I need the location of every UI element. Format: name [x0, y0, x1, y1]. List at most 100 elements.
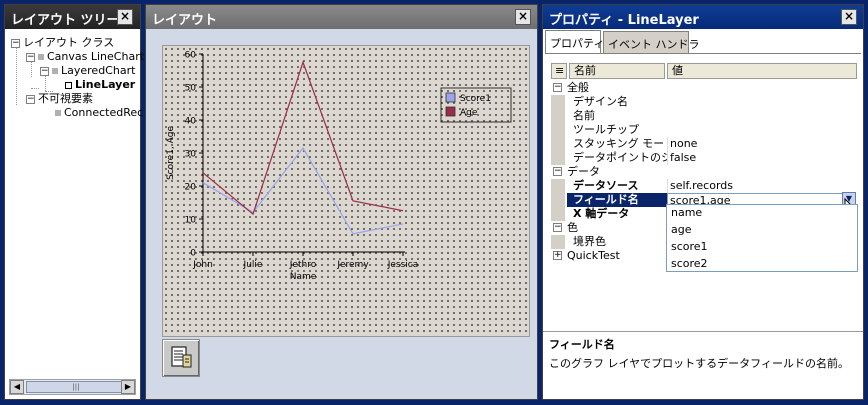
close-icon[interactable]: ×	[841, 9, 857, 25]
y-tick-label: 0	[190, 249, 196, 259]
legend-swatch	[445, 92, 456, 103]
layout-canvas[interactable]: 0 10 20 30 40 50 60 John Julie Jethro Jeremy Jessic…	[146, 29, 537, 399]
property-name: ツールチップ	[573, 123, 639, 136]
legend-label: Score1	[460, 94, 491, 104]
collapse-icon[interactable]: −	[553, 167, 562, 176]
field-dropdown-list: name age score1 score2	[666, 204, 858, 272]
y-tick-label: 60	[185, 51, 197, 61]
description-text: このグラフ レイヤでプロットするデータフィールドの名前。	[549, 357, 849, 370]
y-tick-label: 30	[185, 150, 197, 160]
property-name: データソース	[573, 179, 639, 192]
property-value[interactable]: none	[667, 137, 855, 151]
property-row[interactable]: 名前	[551, 109, 855, 123]
property-description: フィールド名 このグラフ レイヤでプロットするデータフィールドの名前。	[543, 331, 863, 399]
property-name: データポイントのシン	[573, 151, 667, 164]
collapse-icon[interactable]: −	[26, 52, 35, 62]
app-window: { "tree_panel": { "title": "レイアウト ツリー", …	[0, 0, 868, 405]
category-label: 全般	[567, 81, 589, 94]
x-tick-label: John	[192, 260, 213, 270]
tree-node-label: LineLayer	[75, 78, 136, 91]
category-label: 色	[567, 221, 578, 234]
scroll-left-icon[interactable]: ◀	[10, 380, 24, 394]
x-tick-label: Julie	[243, 260, 263, 270]
tree-node-canvas-linechart[interactable]: − Canvas LineChart	[26, 50, 144, 64]
tree-node-layeredchart[interactable]: − LayeredChart	[40, 64, 135, 78]
layout-panel: レイアウト × 0 10 20 30 40 50 60 John Julie Jethro Jere…	[145, 4, 538, 400]
node-icon	[55, 110, 61, 116]
tab-properties[interactable]: プロパティ	[545, 30, 604, 53]
layer-edit-glyph	[171, 346, 192, 368]
y-tick-label: 50	[185, 84, 197, 94]
category-label: QuickTest	[567, 249, 620, 262]
y-tick-label: 40	[185, 117, 197, 127]
node-icon	[38, 54, 44, 60]
x-axis-label: Name	[290, 272, 317, 282]
tab-event-handlers[interactable]: イベント ハンドラ	[603, 31, 700, 53]
tree-node-label: レイアウト クラス	[23, 36, 115, 49]
close-icon[interactable]: ×	[515, 9, 531, 25]
tree-node-linelayer[interactable]: LineLayer	[65, 78, 135, 92]
properties-title: プロパティ - LineLayer	[543, 5, 863, 29]
dropdown-option[interactable]: score1	[671, 239, 708, 255]
property-value[interactable]: false	[667, 151, 855, 165]
collapse-icon[interactable]: −	[26, 94, 35, 104]
property-name: デザイン名	[573, 95, 628, 108]
property-name: 境界色	[573, 235, 606, 248]
layout-tree-panel: レイアウト ツリー × − レイアウト クラス − Canvas LineChart…	[4, 4, 144, 400]
collapse-icon[interactable]: −	[553, 83, 562, 92]
collapse-icon[interactable]: −	[40, 66, 49, 76]
property-name: 名前	[573, 109, 595, 122]
category-label: データ	[567, 165, 600, 178]
line-chart[interactable]: 0 10 20 30 40 50 60 John Julie Jethro Jeremy Jessic…	[162, 45, 530, 337]
layout-title: レイアウト	[146, 5, 537, 29]
chart-svg: 0 10 20 30 40 50 60 John Julie Jethro Jeremy Jessic…	[166, 51, 512, 282]
x-tick-label: Jeremy	[336, 260, 369, 270]
x-tick-label: Jethro	[289, 260, 317, 270]
property-row[interactable]: デザイン名	[551, 95, 855, 109]
collapse-icon[interactable]: −	[553, 223, 562, 232]
scroll-right-icon[interactable]: ▶	[121, 380, 135, 394]
series-line-score1	[202, 146, 404, 235]
x-tick-label: Jessica	[387, 260, 419, 270]
layer-edit-icon[interactable]	[162, 339, 200, 377]
y-axis-label: Score1, Age	[166, 126, 176, 181]
property-name: X 軸データ	[573, 207, 630, 220]
property-row[interactable]: スタッキング モード none	[551, 137, 855, 151]
property-name: スタッキング モード	[573, 137, 667, 150]
collapse-icon[interactable]: −	[11, 38, 20, 48]
series-line-age	[202, 60, 404, 216]
description-title: フィールド名	[549, 338, 615, 351]
property-category[interactable]: − 全般	[551, 81, 855, 95]
column-header-name[interactable]: 名前	[569, 63, 665, 79]
close-icon[interactable]: ×	[117, 9, 133, 25]
property-row[interactable]: ツールチップ	[551, 123, 855, 137]
tree-node-label: Canvas LineChart	[47, 50, 145, 63]
tree-node-connectedrec[interactable]: ConnectedRec	[55, 106, 143, 120]
sort-button[interactable]: ≡	[551, 63, 567, 79]
legend-swatch	[445, 106, 456, 117]
column-header-value[interactable]: 値	[667, 63, 857, 79]
y-tick-label: 20	[185, 183, 197, 193]
tree-node-label: 不可視要素	[38, 92, 93, 105]
node-icon	[65, 81, 72, 89]
tree-node-label: ConnectedRec	[64, 106, 144, 119]
dropdown-option[interactable]: score2	[671, 256, 708, 272]
tree-node-layout-class[interactable]: − レイアウト クラス	[11, 36, 114, 50]
scroll-thumb[interactable]: |||	[26, 381, 126, 393]
property-category[interactable]: − データ	[551, 165, 855, 179]
property-row[interactable]: データソース self.records	[551, 179, 855, 193]
expand-icon[interactable]: +	[553, 251, 562, 260]
tree-node-label: LayeredChart	[61, 64, 136, 77]
dropdown-option[interactable]: name	[671, 205, 702, 221]
node-icon	[52, 68, 58, 74]
tab-divider	[545, 53, 861, 54]
dropdown-option[interactable]: age	[671, 222, 692, 238]
properties-panel: プロパティ - LineLayer × プロパティ イベント ハンドラ ≡ 名前…	[542, 4, 864, 400]
horizontal-scrollbar[interactable]: ◀ ||| ▶	[9, 379, 136, 395]
property-name: フィールド名	[567, 193, 667, 207]
legend-label: Age	[460, 108, 478, 118]
y-tick-label: 10	[185, 216, 197, 226]
property-value[interactable]: self.records	[667, 179, 855, 193]
tree-node-invisible-elements[interactable]: − 不可視要素	[26, 92, 93, 106]
property-row[interactable]: データポイントのシンfalse	[551, 151, 855, 165]
